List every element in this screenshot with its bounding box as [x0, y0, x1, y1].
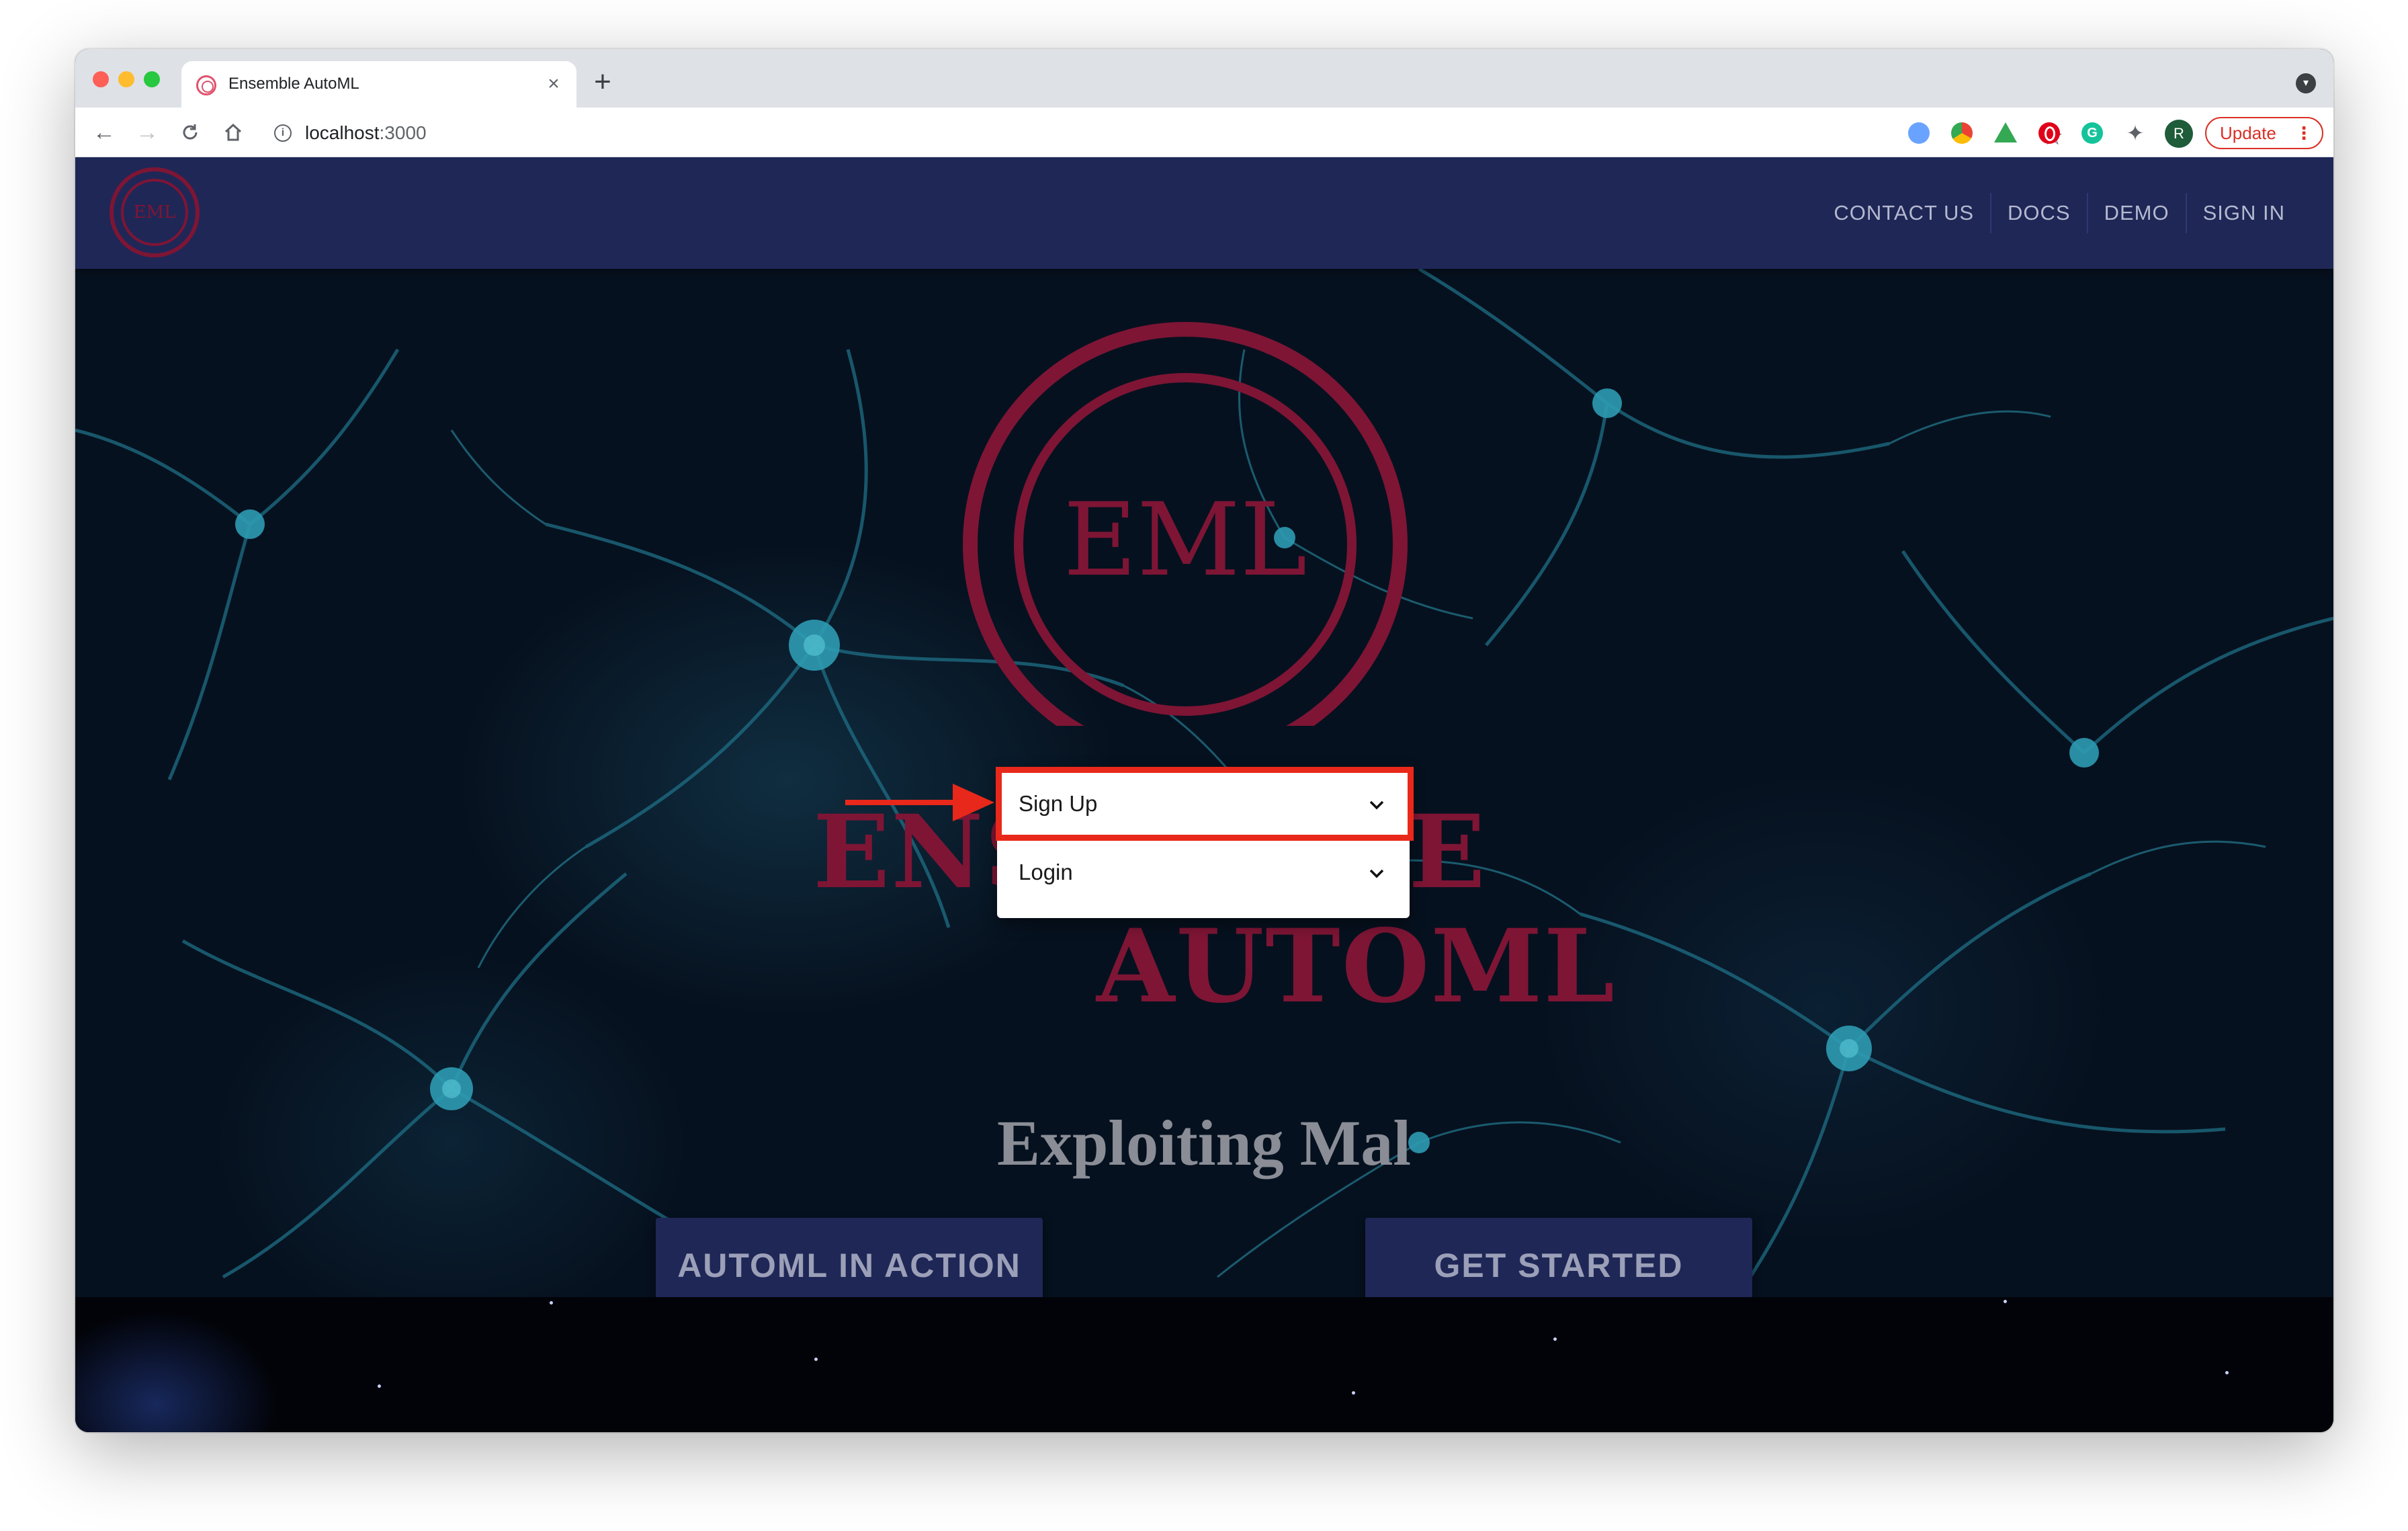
nav-docs[interactable]: DOCS	[1991, 193, 2088, 233]
site-header: EML CONTACT US DOCS DEMO SIGN IN	[75, 157, 2333, 269]
star-dot	[550, 1301, 553, 1305]
extensions-puzzle-icon[interactable]: ✦	[2124, 122, 2146, 144]
star-dot	[2004, 1300, 2007, 1303]
home-icon[interactable]	[218, 117, 249, 148]
drive-icon[interactable]	[1994, 122, 2017, 142]
update-button[interactable]: Update ⋮	[2205, 117, 2323, 149]
dropdown-item-login[interactable]: Login	[997, 839, 1410, 906]
favicon-icon	[196, 75, 216, 95]
star-dot	[378, 1384, 381, 1388]
star-dot	[814, 1358, 818, 1361]
browser-toolbar: ← → i localhost:3000 ☆ G ✦ R Update⋮	[75, 108, 2333, 157]
page-content: EML CONTACT US DOCS DEMO SIGN IN EML AUT…	[75, 157, 2333, 1432]
address-bar[interactable]: i localhost:3000 ☆	[263, 113, 2063, 152]
star-dot	[1553, 1337, 1557, 1341]
chevron-down-icon	[1369, 869, 1384, 878]
auth-dropdown-menu: Sign Up Login	[997, 768, 1410, 918]
tab-search-icon[interactable]: ▾	[2296, 73, 2316, 93]
extension-check-icon[interactable]	[1951, 122, 1973, 144]
hero-tagline: Exploiting Mal	[997, 1107, 1412, 1179]
dropdown-item-sign-up[interactable]: Sign Up	[997, 770, 1410, 837]
annotation-arrow-icon	[845, 784, 994, 821]
minimize-window-button[interactable]	[118, 71, 134, 87]
back-arrow-icon[interactable]: ←	[89, 117, 120, 148]
tab-strip: Ensemble AutoML × + ▾	[75, 49, 2333, 108]
svg-text:EML: EML	[1064, 482, 1307, 599]
reload-icon[interactable]	[175, 117, 206, 148]
header-logo-icon[interactable]: EML	[108, 165, 202, 259]
nav-sign-in[interactable]: SIGN IN	[2187, 193, 2301, 233]
new-tab-button[interactable]: +	[586, 65, 619, 99]
forward-arrow-icon[interactable]: →	[132, 117, 163, 148]
login-label: Login	[1019, 860, 1073, 884]
star-dot	[1352, 1391, 1355, 1395]
site-nav: CONTACT US DOCS DEMO SIGN IN	[1817, 157, 2301, 269]
brand-title-line-2: AUTOML	[1096, 907, 1616, 1026]
tab-title: Ensemble AutoML	[228, 75, 359, 93]
more-menu-icon: ⋮	[2295, 123, 2313, 143]
maximize-window-button[interactable]	[144, 71, 160, 87]
site-info-icon[interactable]: i	[274, 124, 292, 142]
main-logo-emblem: EML	[963, 322, 1408, 726]
browser-window: Ensemble AutoML × + ▾ ← → i localhost:30…	[75, 49, 2333, 1432]
close-tab-icon[interactable]: ×	[540, 71, 567, 97]
profile-avatar[interactable]: R	[2165, 120, 2193, 148]
extension-compass-icon[interactable]	[1908, 122, 1930, 144]
close-window-button[interactable]	[93, 71, 109, 87]
url-text: localhost:3000	[305, 122, 427, 143]
chevron-down-icon	[1369, 800, 1384, 810]
sign-up-label: Sign Up	[1019, 791, 1098, 816]
nav-contact-us[interactable]: CONTACT US	[1817, 193, 1992, 233]
svg-text:EML: EML	[134, 202, 176, 222]
grammarly-icon[interactable]: G	[2081, 122, 2103, 144]
opera-icon[interactable]	[2038, 122, 2060, 144]
browser-tab[interactable]: Ensemble AutoML ×	[181, 61, 576, 108]
starfield-footer-image	[75, 1297, 2333, 1432]
nav-demo[interactable]: DEMO	[2088, 193, 2187, 233]
star-dot	[2225, 1371, 2229, 1374]
